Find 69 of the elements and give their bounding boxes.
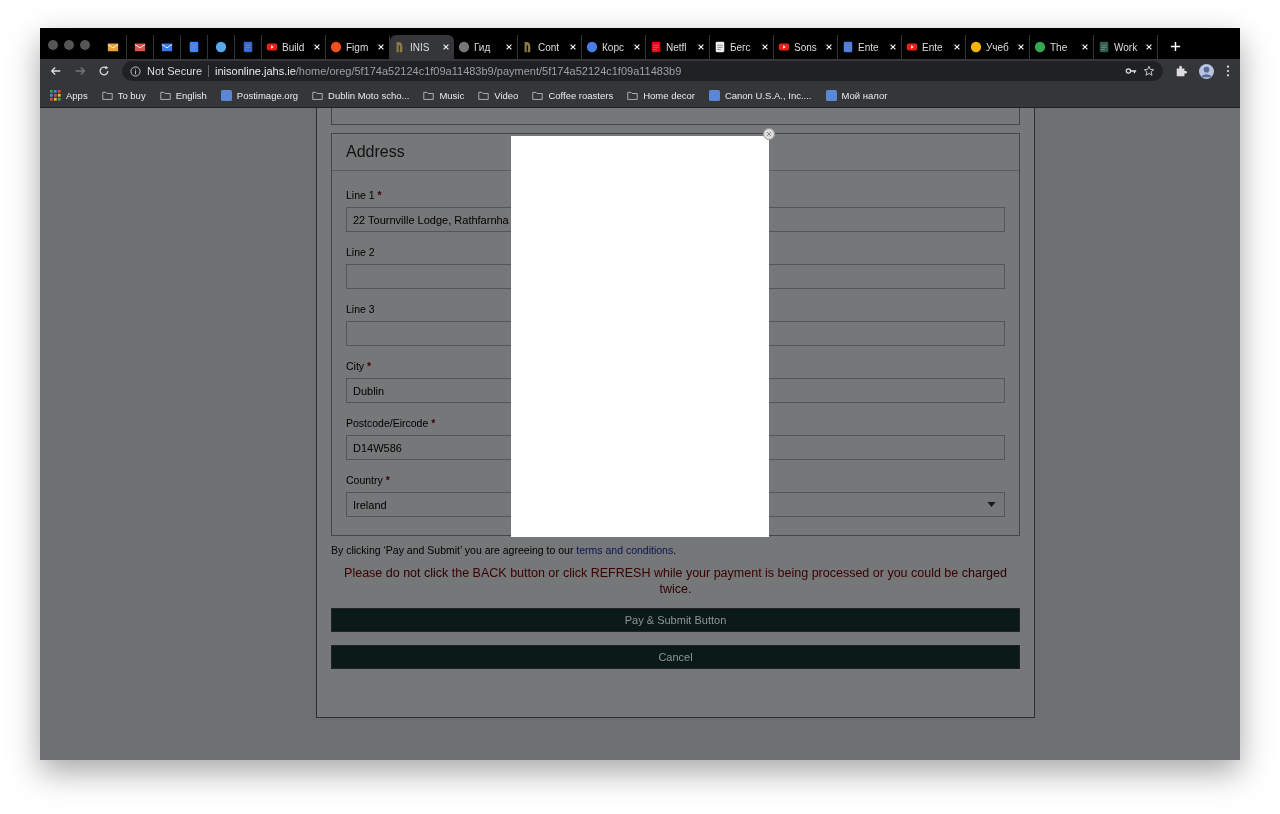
- bookmark[interactable]: Video: [478, 89, 519, 101]
- maximize-dot[interactable]: [80, 40, 90, 50]
- site-icon: [220, 89, 232, 101]
- back-icon[interactable]: [50, 65, 62, 77]
- tab-title: Корс: [602, 41, 625, 53]
- key-icon[interactable]: [1125, 65, 1137, 77]
- tab-title: Бегс: [730, 41, 752, 53]
- site-icon: [825, 89, 837, 101]
- agreement-text: By clicking ‘Pay and Submit’ you are agreeing to our terms and conditions.: [331, 544, 678, 556]
- tab-title: INIS: [410, 41, 431, 53]
- tab-title: Ente: [858, 41, 880, 53]
- new-tab-icon[interactable]: [1170, 41, 1181, 52]
- address-bar[interactable]: Not Secure inisonline.jahs.ie/home/oreg/5f174a52124c1f09a11483b9/payment/5f174a52124c1f09a11483b9: [122, 61, 1163, 81]
- tab-title: Work: [1114, 41, 1139, 53]
- avatar-icon[interactable]: [1199, 63, 1214, 79]
- field-label: Line 2: [346, 246, 375, 258]
- browser-tab[interactable]: INIS: [390, 35, 454, 59]
- bookmark[interactable]: Postimage.org: [220, 89, 299, 101]
- required-mark: *: [377, 189, 382, 201]
- star-icon[interactable]: [1143, 65, 1155, 77]
- bookmark[interactable]: Apps: [50, 89, 88, 101]
- tab-title: Учеб: [986, 41, 1010, 53]
- bookmark[interactable]: Home decor: [627, 89, 695, 101]
- bookmark[interactable]: To buy: [101, 89, 146, 101]
- folder-icon: [159, 89, 171, 101]
- security-label: Not Secure: [147, 65, 210, 77]
- field-label: City: [346, 360, 365, 372]
- bookmark[interactable]: English: [159, 89, 207, 101]
- pay-submit-button[interactable]: Pay & Submit Button: [331, 608, 1020, 632]
- site-icon: [708, 89, 720, 101]
- tab-title: Гид: [474, 41, 492, 53]
- minimize-dot[interactable]: [64, 40, 74, 50]
- field-label: Country: [346, 474, 383, 486]
- required-mark: *: [431, 417, 436, 429]
- tab-title: Netfl: [666, 41, 688, 53]
- bookmark[interactable]: Dublin Moto scho...: [312, 89, 410, 101]
- tab-title: Ente: [922, 41, 944, 53]
- bookmark[interactable]: Coffee roasters: [532, 89, 614, 101]
- field-label: Line 1: [346, 189, 375, 201]
- field-label: Line 3: [346, 303, 375, 315]
- required-mark: *: [385, 474, 390, 486]
- tab-title: Cont: [538, 41, 561, 53]
- folder-icon: [312, 89, 324, 101]
- caret-icon: [987, 502, 996, 507]
- folder-icon: [627, 89, 639, 101]
- folder-icon: [532, 89, 544, 101]
- menu-icon[interactable]: [1226, 65, 1230, 77]
- warning-text: Please do not click the BACK button or click REFRESH while your payment is being processed or you could be charged twice.: [343, 565, 1008, 597]
- folder-icon: [478, 89, 490, 101]
- apps-icon: [50, 89, 61, 101]
- cancel-button[interactable]: Cancel: [331, 645, 1020, 669]
- tab-title: Sons: [794, 41, 818, 53]
- forward-icon[interactable]: [74, 65, 86, 77]
- info-icon: [130, 65, 141, 77]
- url-text: inisonline.jahs.ie/home/oreg/5f174a52124c1f09a11483b9/payment/5f174a52124c1f09a11483b9: [215, 65, 682, 77]
- bookmark[interactable]: Music: [423, 89, 465, 101]
- puzzle-icon[interactable]: [1175, 65, 1187, 77]
- tab-title: Build: [282, 41, 306, 53]
- close-dot[interactable]: [48, 40, 58, 50]
- tab-title: Figm: [346, 41, 370, 53]
- required-mark: *: [367, 360, 372, 372]
- reload-icon[interactable]: [98, 65, 110, 77]
- field-label: Postcode/Eircode: [346, 417, 429, 429]
- folder-icon: [423, 89, 435, 101]
- bookmark[interactable]: Canon U.S.A., Inc....: [708, 89, 812, 101]
- tab-title: The: [1050, 41, 1069, 53]
- bookmark[interactable]: Мой налог: [825, 89, 888, 101]
- folder-icon: [101, 89, 113, 101]
- section-title: Address: [346, 143, 405, 161]
